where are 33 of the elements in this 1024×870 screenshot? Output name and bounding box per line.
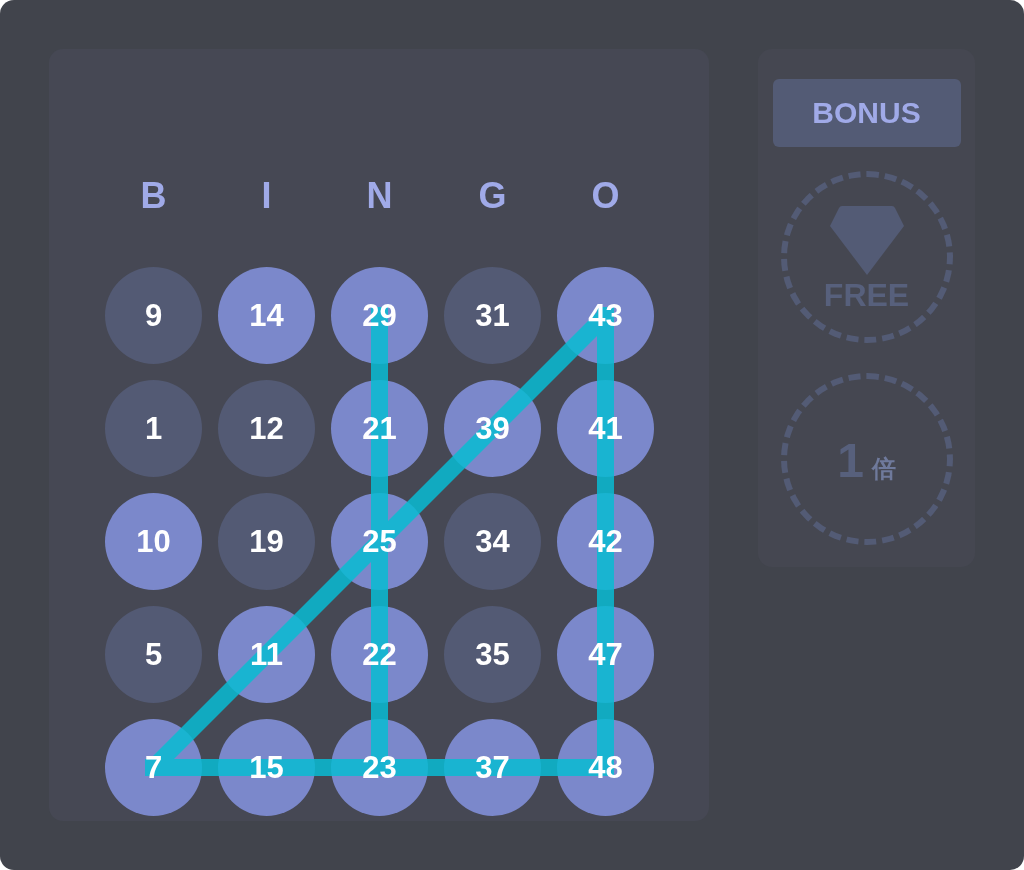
ball-number: 42	[588, 526, 623, 557]
ball-number: 29	[362, 300, 397, 331]
ball-number: 10	[136, 526, 171, 557]
ball-number: 34	[475, 526, 510, 557]
ball-number: 9	[144, 300, 163, 331]
column-letter: B	[139, 178, 168, 214]
ball-number: 22	[362, 639, 397, 670]
ball-number: 39	[475, 413, 510, 444]
ball-number: 41	[588, 413, 623, 444]
ball-number: 21	[362, 413, 397, 444]
ball-number: 31	[475, 300, 510, 331]
ball-number: 43	[588, 300, 623, 331]
ball-number: 48	[588, 752, 623, 783]
ball-number: 12	[249, 413, 284, 444]
ball-number: 25	[362, 526, 397, 557]
multiplier-unit: 倍	[871, 457, 896, 481]
ball-number: 37	[475, 752, 510, 783]
ball-number: 23	[362, 752, 397, 783]
ball-number: 11	[250, 639, 283, 670]
ball-number: 15	[249, 752, 284, 783]
column-letter: I	[260, 178, 273, 214]
bonus-button[interactable]: BONUS	[772, 79, 961, 147]
column-letter: O	[590, 178, 621, 214]
ball-number: 35	[475, 639, 510, 670]
column-letter: N	[365, 178, 394, 214]
ball-number: 19	[249, 526, 284, 557]
diamond-icon	[829, 205, 904, 275]
column-letter: G	[477, 178, 508, 214]
ball-number: 47	[588, 639, 623, 670]
ball-number: 5	[144, 639, 163, 670]
ball-number: 7	[144, 752, 163, 783]
ball-number: 14	[249, 300, 284, 331]
ball-number: 1	[144, 413, 163, 444]
